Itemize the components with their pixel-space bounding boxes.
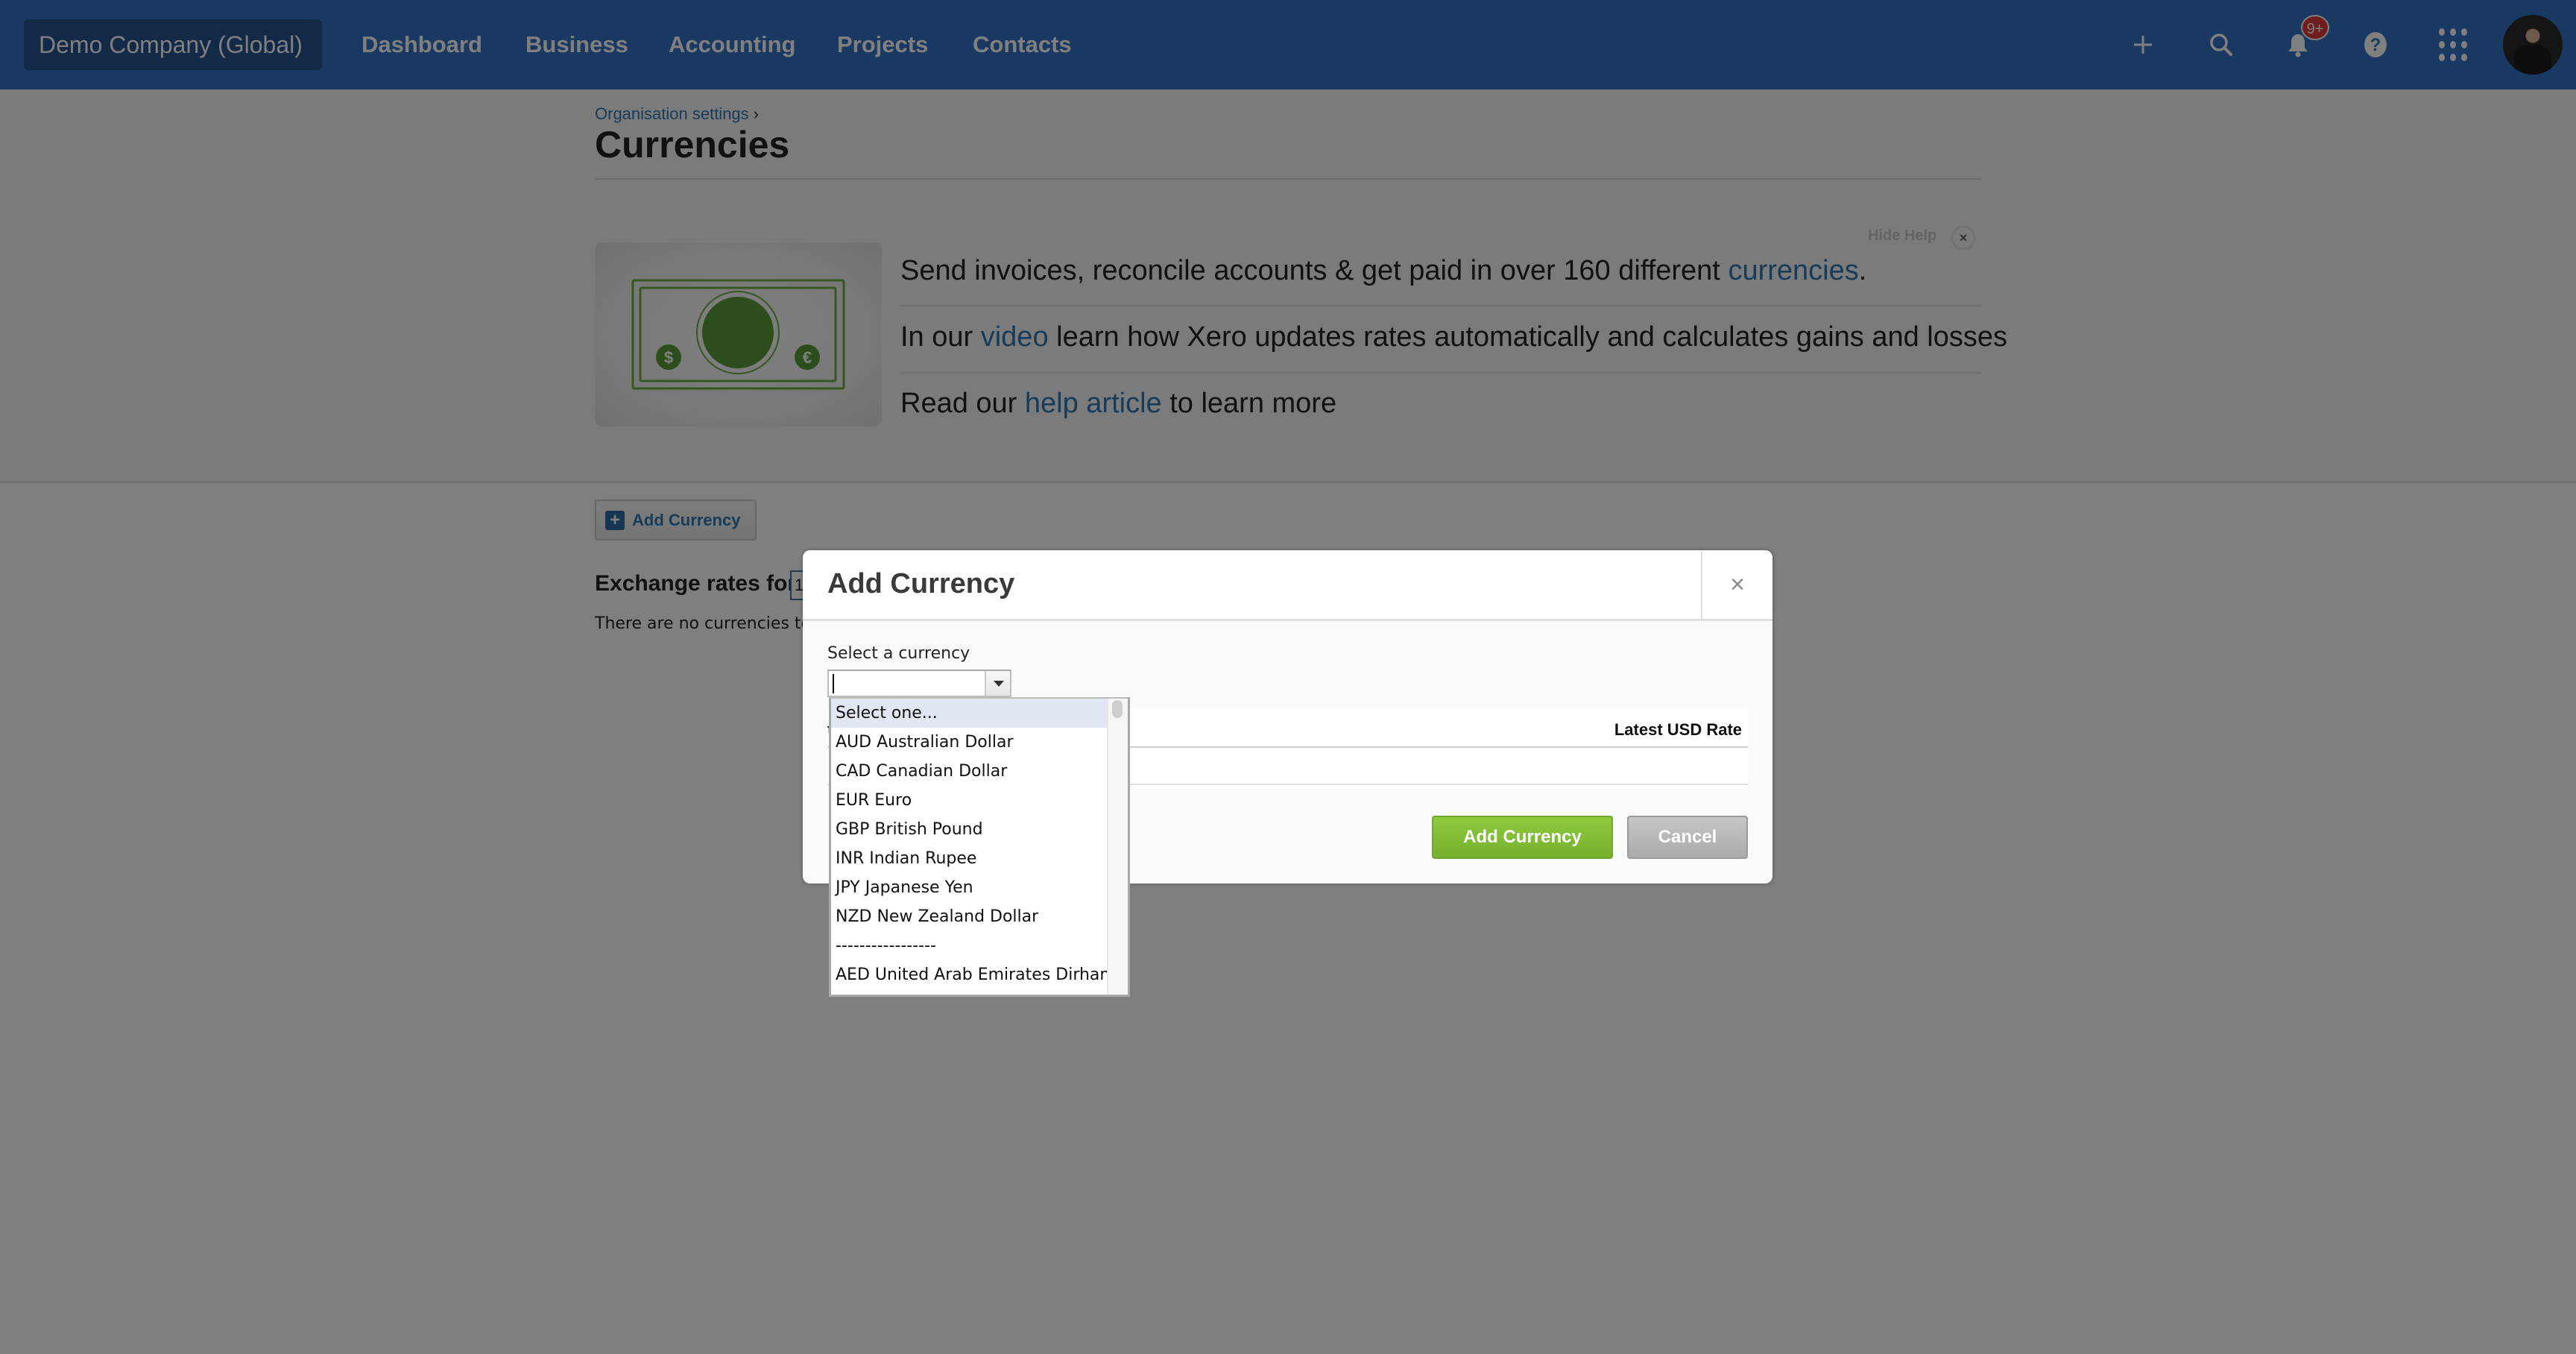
- dropdown-option[interactable]: AED United Arab Emirates Dirham: [831, 960, 1116, 989]
- dropdown-option[interactable]: AUD Australian Dollar: [831, 728, 1108, 757]
- dropdown-option[interactable]: JPY Japanese Yen: [831, 873, 1108, 902]
- dropdown-scrollbar-thumb[interactable]: [1112, 700, 1123, 718]
- cancel-button[interactable]: Cancel: [1627, 816, 1748, 859]
- currency-select-input[interactable]: [827, 670, 1011, 697]
- select-currency-label: Select a currency: [827, 644, 970, 663]
- dropdown-option[interactable]: CAD Canadian Dollar: [831, 757, 1108, 786]
- dropdown-option[interactable]: Select one...: [831, 699, 1108, 728]
- dropdown-option[interactable]: NZD New Zealand Dollar: [831, 902, 1108, 931]
- dropdown-option[interactable]: EUR Euro: [831, 786, 1108, 815]
- close-icon[interactable]: ×: [1702, 550, 1772, 620]
- add-currency-modal: Add Currency × Select a currency tes pro…: [803, 550, 1772, 997]
- add-currency-confirm-button[interactable]: Add Currency: [1432, 816, 1613, 859]
- dropdown-option[interactable]: GBP British Pound: [831, 815, 1108, 844]
- dropdown-scrollbar[interactable]: [1107, 699, 1128, 995]
- latest-usd-rate-header: Latest USD Rate: [1614, 720, 1742, 739]
- currency-dropdown-list[interactable]: Select one... AUD Australian Dollar CAD …: [829, 697, 1130, 997]
- dropdown-option[interactable]: INR Indian Rupee: [831, 844, 1108, 873]
- modal-title: Add Currency: [827, 568, 1015, 599]
- modal-header: Add Currency ×: [803, 550, 1772, 621]
- dropdown-separator: -----------------: [836, 936, 936, 955]
- chevron-down-icon[interactable]: [985, 671, 1010, 696]
- text-cursor: [833, 674, 834, 693]
